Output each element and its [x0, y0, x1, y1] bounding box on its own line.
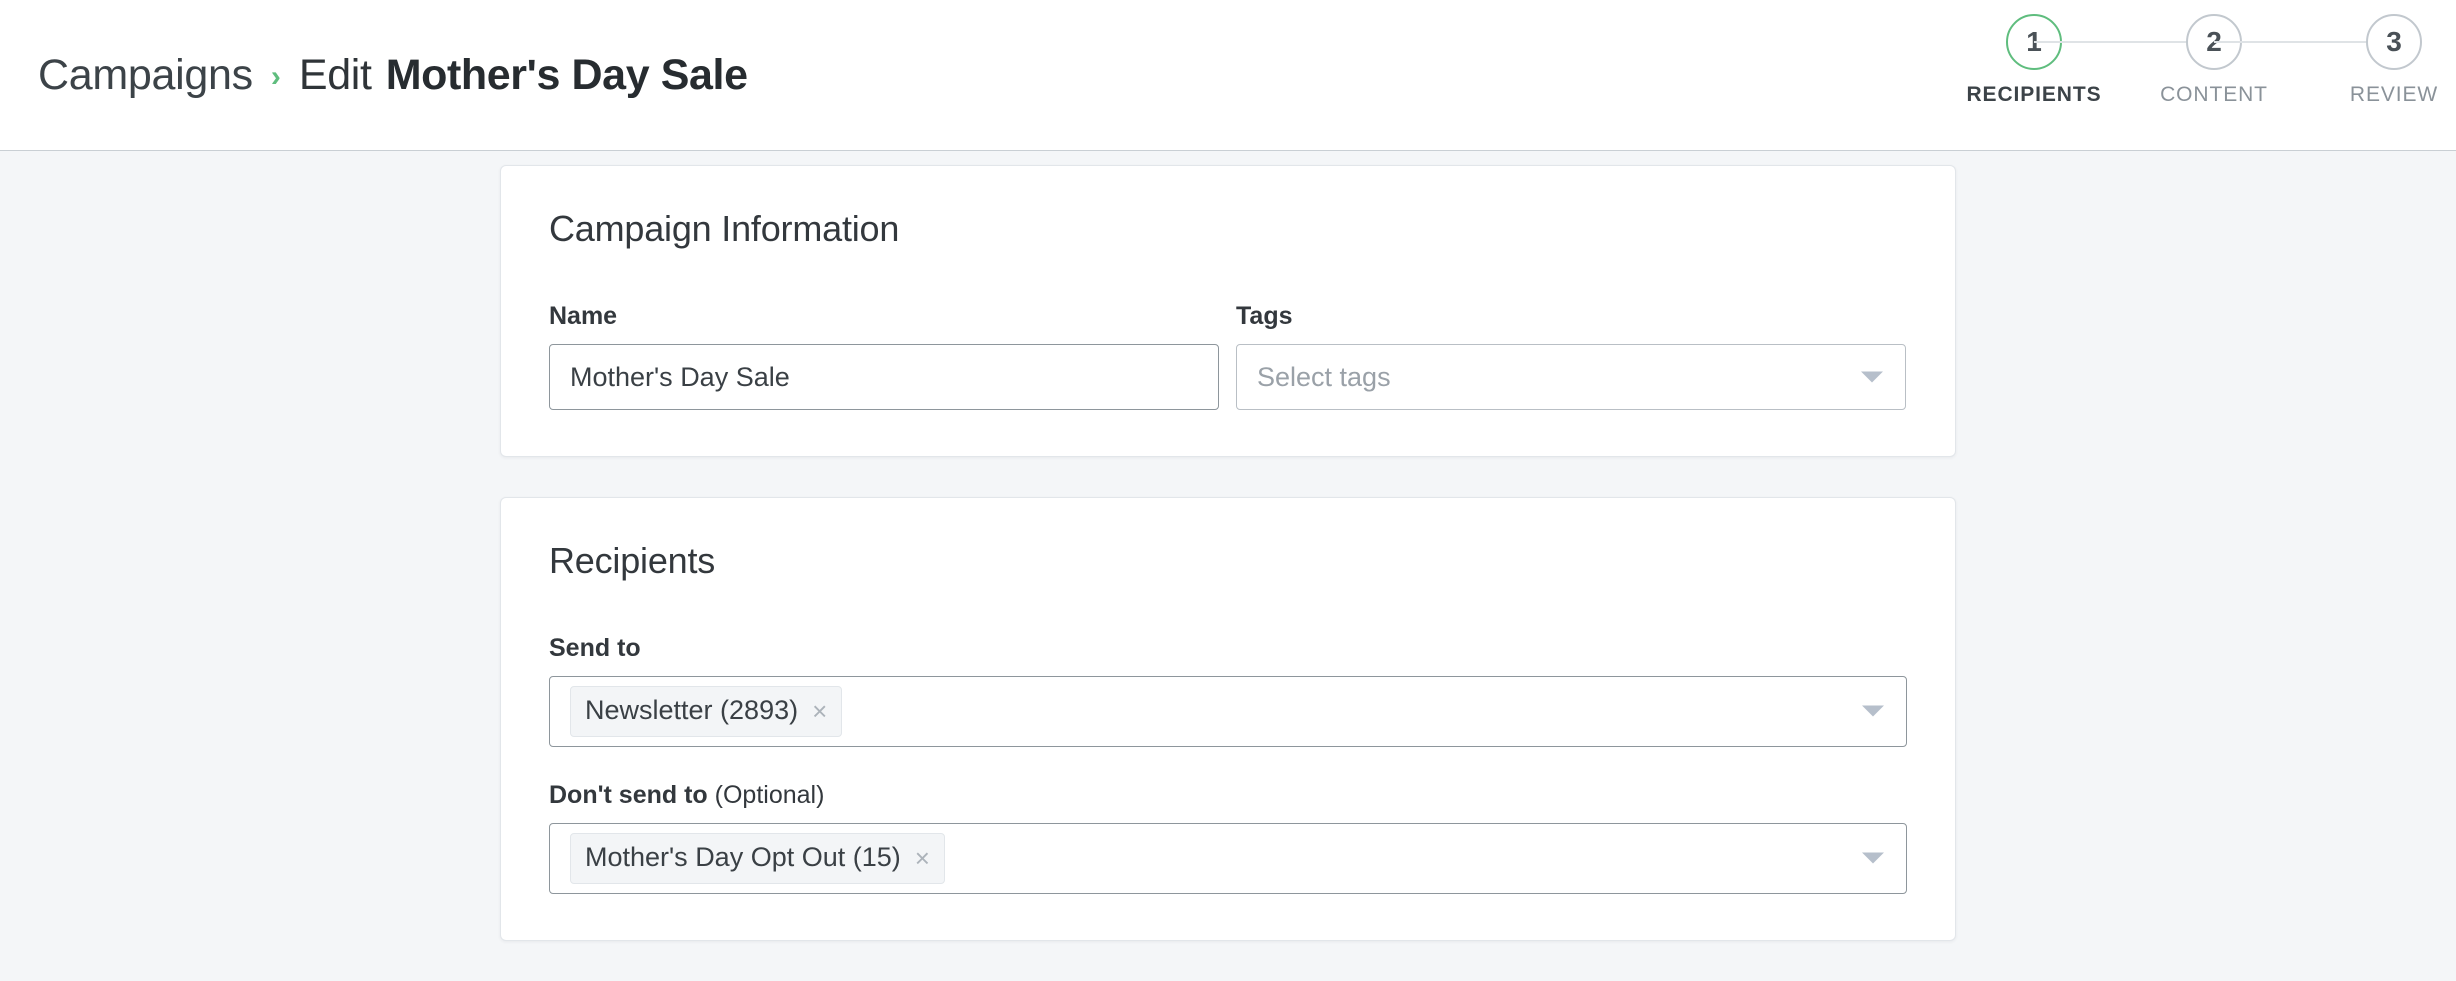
chevron-right-icon: ›	[271, 60, 281, 94]
tags-field-group: Tags Select tags	[1236, 302, 1906, 410]
chevron-down-icon	[1862, 853, 1884, 864]
name-input[interactable]: Mother's Day Sale	[549, 344, 1219, 410]
dont-send-to-label-text: Don't send to	[549, 781, 708, 809]
dont-send-to-label: Don't send to (Optional)	[549, 781, 1907, 810]
step-review-number: 3	[2366, 14, 2422, 70]
recipients-title: Recipients	[549, 540, 1907, 582]
send-to-chip[interactable]: Newsletter (2893) ×	[570, 686, 842, 737]
tags-select[interactable]: Select tags	[1236, 344, 1906, 410]
dont-send-to-optional-text: (Optional)	[708, 781, 825, 809]
send-to-field-group: Send to Newsletter (2893) ×	[549, 634, 1907, 747]
tags-select-placeholder: Select tags	[1257, 362, 1391, 393]
name-field-group: Name Mother's Day Sale	[549, 302, 1219, 410]
chevron-down-icon	[1862, 706, 1884, 717]
chevron-down-icon	[1861, 372, 1883, 383]
name-field-label: Name	[549, 302, 1219, 331]
send-to-chip-list: Newsletter (2893) ×	[570, 677, 842, 746]
campaign-information-title: Campaign Information	[549, 208, 1907, 250]
campaign-information-card: Campaign Information Name Mother's Day S…	[500, 165, 1956, 457]
step-content-label: CONTENT	[2160, 83, 2268, 107]
send-to-chip-label: Newsletter (2893)	[585, 694, 798, 728]
dont-send-to-chip-label: Mother's Day Opt Out (15)	[585, 841, 901, 875]
tags-field-label: Tags	[1236, 302, 1906, 331]
page-title: Mother's Day Sale	[386, 51, 748, 100]
breadcrumb: Campaigns › Edit Mother's Day Sale	[38, 51, 748, 100]
recipients-card: Recipients Send to Newsletter (2893) × D…	[500, 497, 1956, 941]
breadcrumb-action: Edit	[299, 51, 372, 100]
send-to-select[interactable]: Newsletter (2893) ×	[549, 676, 1907, 747]
dont-send-to-chip-list: Mother's Day Opt Out (15) ×	[570, 824, 945, 893]
dont-send-to-select[interactable]: Mother's Day Opt Out (15) ×	[549, 823, 1907, 894]
dont-send-to-field-group: Don't send to (Optional) Mother's Day Op…	[549, 781, 1907, 894]
campaign-information-fields: Name Mother's Day Sale Tags Select tags	[549, 302, 1907, 410]
send-to-label: Send to	[549, 634, 1907, 663]
breadcrumb-link-campaigns[interactable]: Campaigns	[38, 51, 253, 100]
app-header: Campaigns › Edit Mother's Day Sale 1 REC…	[0, 0, 2456, 151]
step-review-label: REVIEW	[2350, 83, 2438, 107]
step-recipients-label: RECIPIENTS	[1966, 83, 2101, 107]
close-icon[interactable]: ×	[812, 698, 827, 724]
dont-send-to-chip[interactable]: Mother's Day Opt Out (15) ×	[570, 833, 945, 884]
name-input-value: Mother's Day Sale	[570, 362, 790, 393]
page-content: Campaign Information Name Mother's Day S…	[0, 151, 2456, 981]
close-icon[interactable]: ×	[915, 845, 930, 871]
wizard-stepper: 1 RECIPIENTS 2 CONTENT 3 REVIEW	[2034, 14, 2394, 107]
